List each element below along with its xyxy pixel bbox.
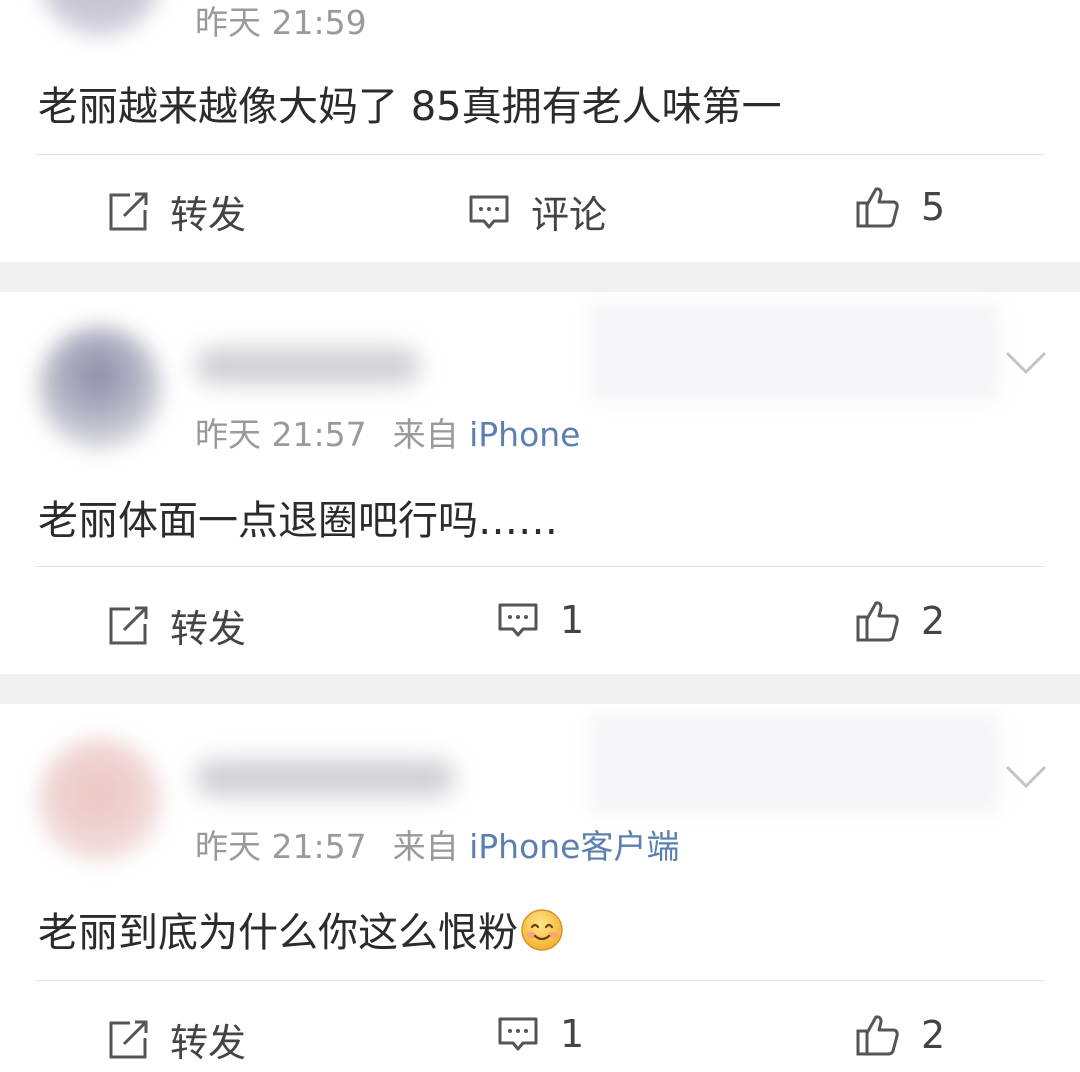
repost-label: 转发 bbox=[170, 607, 247, 651]
like-button[interactable]: 2 bbox=[855, 1012, 945, 1058]
avatar[interactable] bbox=[38, 0, 162, 36]
repost-icon bbox=[109, 192, 148, 230]
username-blur-bg bbox=[590, 714, 1000, 814]
post-content[interactable]: 老丽越来越像大妈了 85真拥有老人味第一 bbox=[38, 74, 782, 132]
comment-button[interactable]: 1 bbox=[496, 1012, 584, 1056]
post-separator bbox=[0, 674, 1080, 704]
post-card: 昨天 21:59 老丽越来越像大妈了 85真拥有老人味第一 转发 评论 5 bbox=[0, 0, 1080, 262]
username[interactable] bbox=[195, 348, 420, 384]
chevron-down-icon[interactable] bbox=[1004, 764, 1048, 790]
smile-emoji bbox=[521, 909, 563, 951]
like-count: 5 bbox=[921, 185, 946, 229]
post-card: 昨天 21:57 来自 iPhone 老丽体面一点退圈吧行吗…… 转发 1 2 bbox=[0, 292, 1080, 674]
repost-button[interactable]: 转发 bbox=[106, 1012, 246, 1067]
divider bbox=[36, 566, 1044, 567]
repost-icon bbox=[109, 606, 148, 644]
avatar[interactable] bbox=[38, 738, 162, 862]
source-prefix: 来自 bbox=[392, 827, 459, 866]
like-count: 2 bbox=[921, 1013, 946, 1057]
post-separator bbox=[0, 262, 1080, 292]
username-blur-bg bbox=[590, 302, 1000, 402]
source-device[interactable]: iPhone bbox=[469, 415, 580, 454]
comment-icon bbox=[469, 195, 509, 228]
post-card: 昨天 21:57 来自 iPhone客户端 老丽到底为什么你这么恨粉 转发 1 … bbox=[0, 704, 1080, 1072]
post-time: 昨天 21:57 bbox=[195, 415, 367, 454]
repost-button[interactable]: 转发 bbox=[106, 184, 246, 239]
divider bbox=[36, 980, 1044, 981]
comment-icon bbox=[498, 1017, 538, 1051]
comment-count: 1 bbox=[560, 598, 585, 642]
weibo-feed: 昨天 21:59 老丽越来越像大妈了 85真拥有老人味第一 转发 评论 5 昨天… bbox=[0, 0, 1080, 1072]
post-meta: 昨天 21:59 bbox=[195, 0, 367, 44]
comment-icon bbox=[498, 603, 538, 637]
avatar[interactable] bbox=[38, 326, 162, 450]
like-count: 2 bbox=[921, 599, 946, 643]
thumbs-up-icon bbox=[856, 601, 899, 642]
source-prefix: 来自 bbox=[392, 415, 459, 454]
like-button[interactable]: 5 bbox=[855, 184, 945, 230]
post-content[interactable]: 老丽体面一点退圈吧行吗…… bbox=[38, 488, 558, 546]
post-content[interactable]: 老丽到底为什么你这么恨粉 bbox=[38, 900, 564, 958]
comment-button[interactable]: 评论 bbox=[467, 184, 607, 239]
chevron-down-icon[interactable] bbox=[1004, 350, 1048, 376]
post-meta: 昨天 21:57 来自 iPhone客户端 bbox=[195, 820, 680, 868]
repost-icon bbox=[109, 1020, 148, 1058]
repost-label: 转发 bbox=[170, 1021, 247, 1065]
repost-label: 转发 bbox=[170, 193, 247, 237]
divider bbox=[36, 154, 1044, 155]
repost-button[interactable]: 转发 bbox=[106, 598, 246, 653]
source-device[interactable]: iPhone客户端 bbox=[469, 827, 679, 866]
post-time: 昨天 21:57 bbox=[195, 827, 367, 866]
post-meta: 昨天 21:57 来自 iPhone bbox=[195, 408, 581, 456]
thumbs-up-icon bbox=[856, 187, 899, 228]
comment-button[interactable]: 1 bbox=[496, 598, 584, 642]
like-button[interactable]: 2 bbox=[855, 598, 945, 644]
comment-count: 1 bbox=[560, 1012, 585, 1056]
thumbs-up-icon bbox=[856, 1015, 899, 1056]
username[interactable] bbox=[195, 760, 455, 796]
comment-label: 评论 bbox=[531, 193, 608, 237]
post-time: 昨天 21:59 bbox=[195, 3, 367, 42]
